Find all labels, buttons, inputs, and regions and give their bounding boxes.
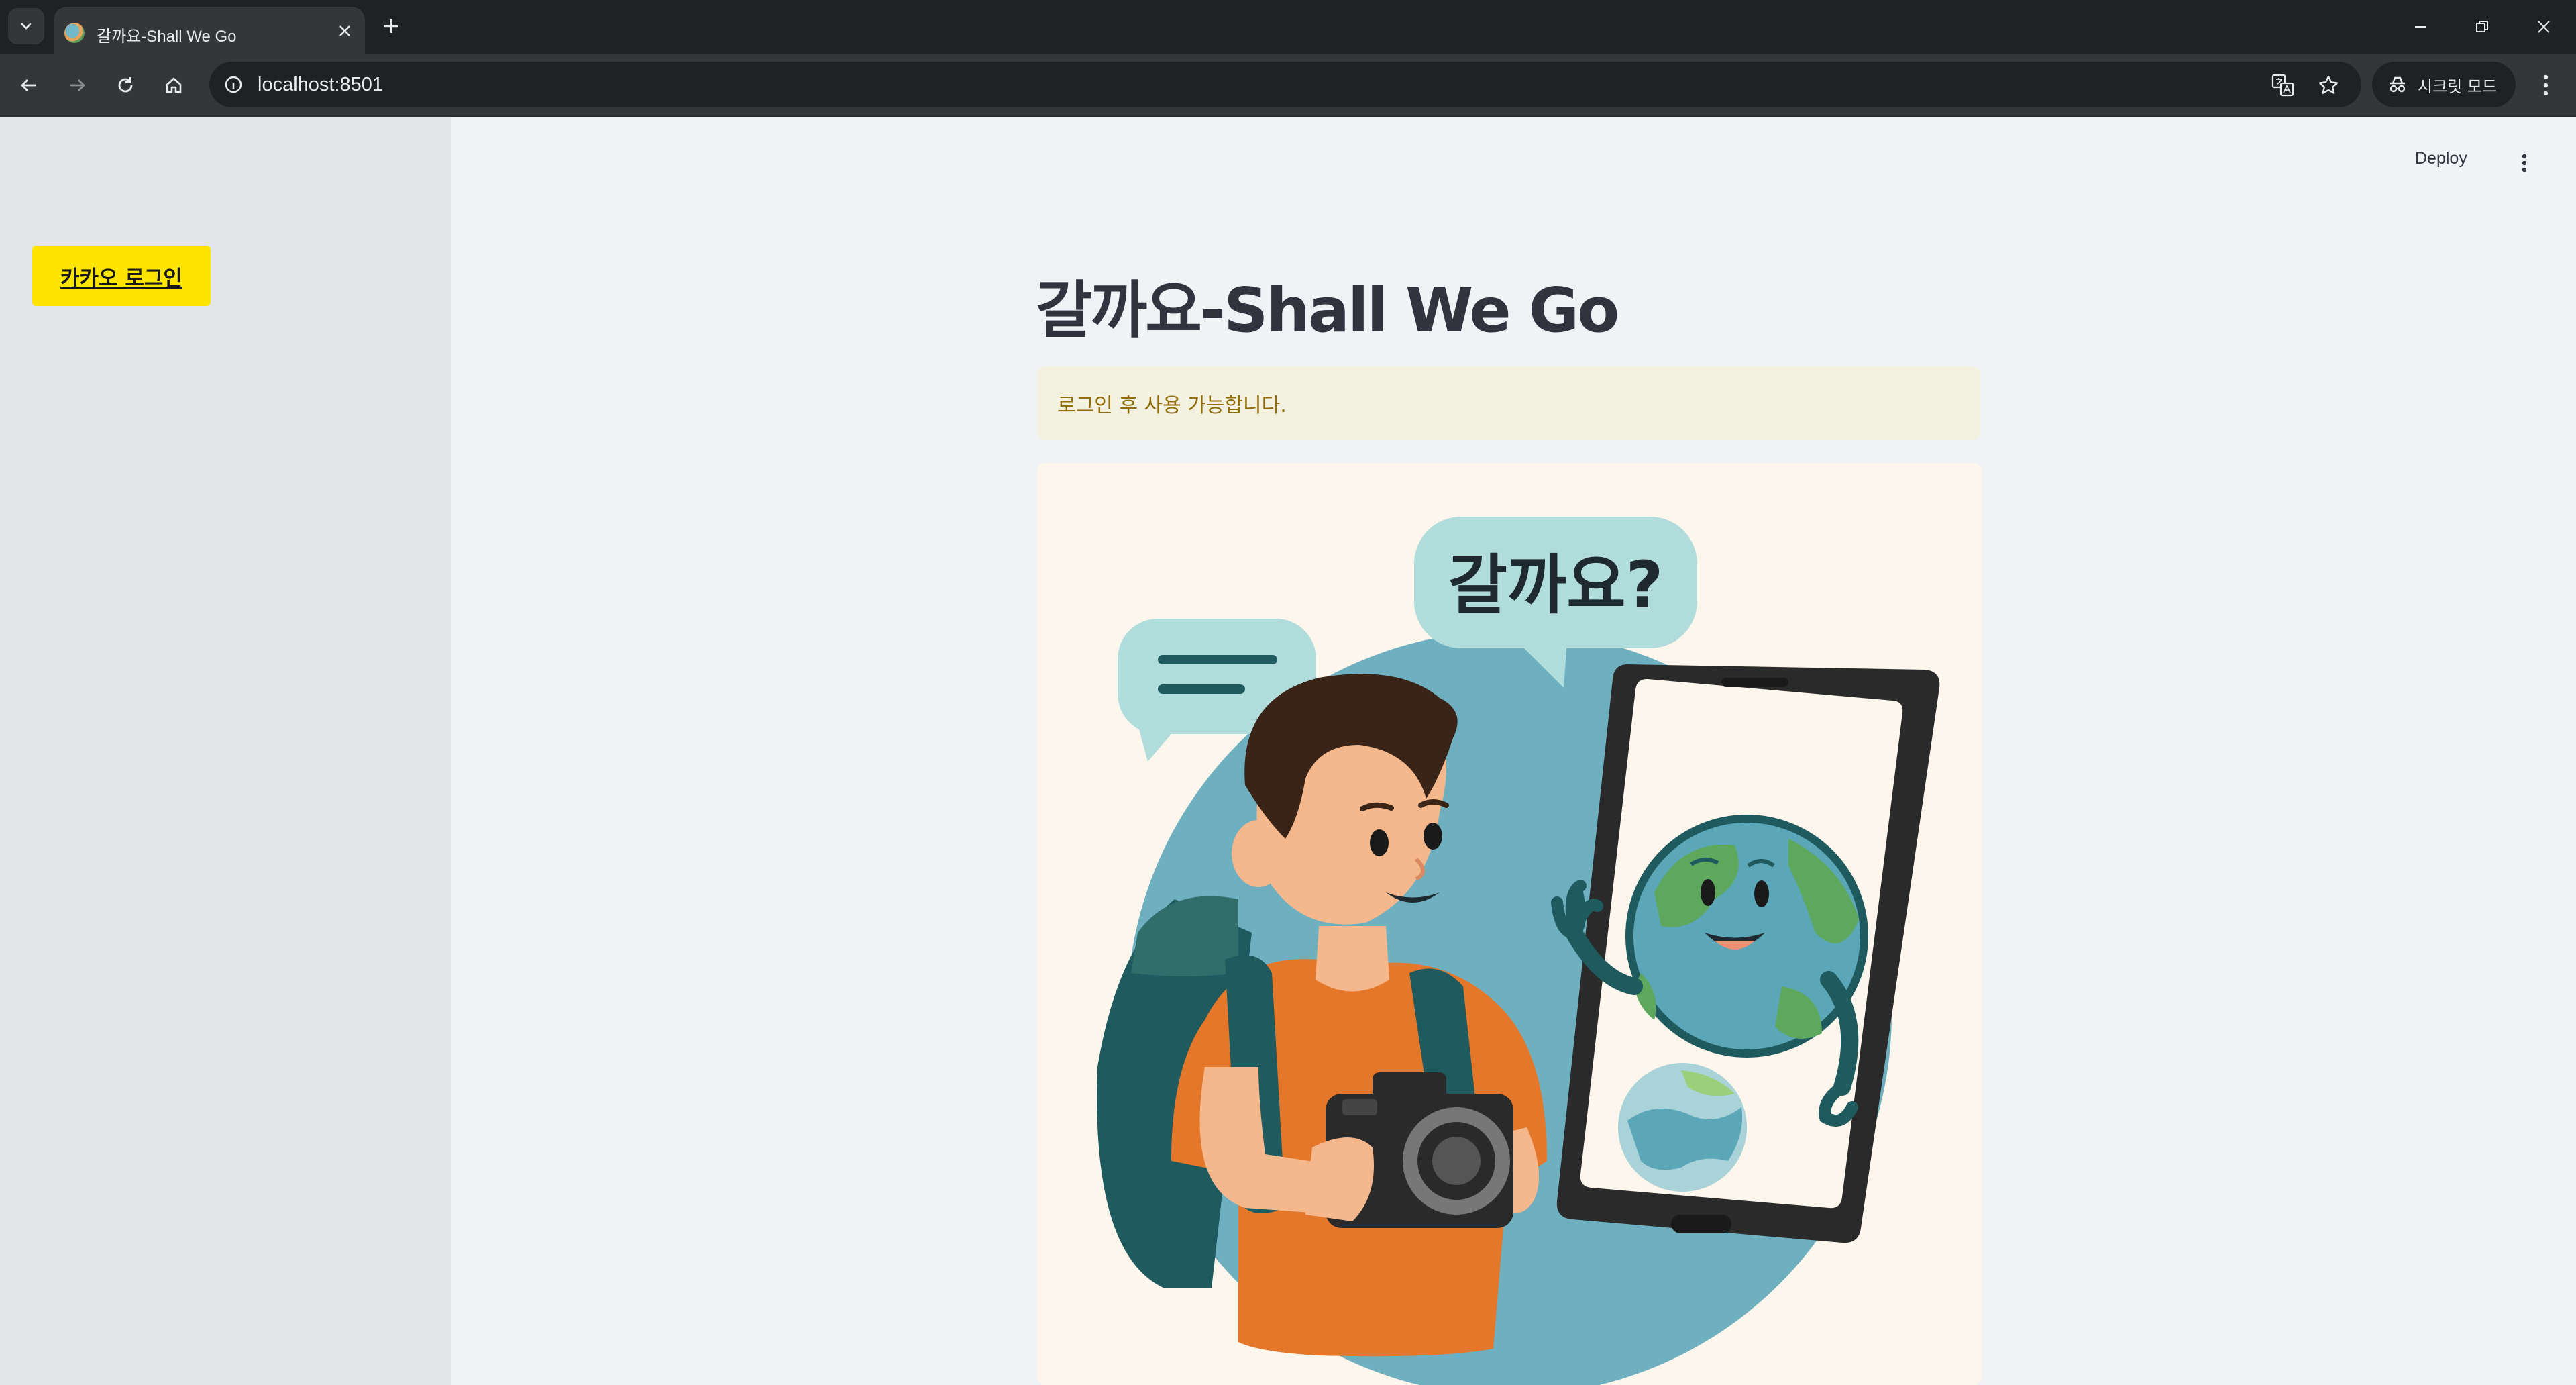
more-vertical-icon [2543,74,2548,96]
tab-title: 갈까요-Shall We Go [97,28,237,46]
reload-icon [118,77,133,93]
new-tab-button[interactable] [377,12,405,40]
site-info-icon[interactable] [220,71,247,98]
kakao-login-button[interactable]: 카카오 로그인 [32,246,211,306]
reload-button[interactable] [107,67,144,103]
browser-tab-active[interactable]: 갈까요-Shall We Go [54,7,365,54]
phone-illustration [1551,664,1940,1243]
translate-icon[interactable] [2267,70,2298,101]
tab-list-button[interactable] [8,8,44,44]
hero-illustration: 갈까요? [1037,463,1982,1385]
browser-tabstrip: 갈까요-Shall We Go [0,0,2576,54]
page-title: 갈까요-Shall We Go [1036,274,1619,346]
tab-close-button[interactable] [333,19,357,43]
home-icon [166,77,182,93]
plus-icon [384,19,398,33]
browser-toolbar: localhost:8501 시크릿 모드 [0,54,2576,117]
url-text[interactable]: localhost:8501 [258,74,383,96]
forward-button[interactable] [59,67,95,103]
arrow-left-icon [21,79,36,91]
deploy-button[interactable]: Deploy [2415,149,2467,168]
restore-icon [2476,21,2488,32]
minimize-icon [2415,26,2426,28]
favicon-icon [64,23,85,43]
home-button[interactable] [156,67,192,103]
window-close-button[interactable] [2518,7,2569,47]
close-icon [339,25,350,36]
alert-text: 로그인 후 사용 가능합니다. [1057,394,1287,417]
browser-menu-button[interactable] [2528,67,2564,103]
close-icon [2538,21,2550,33]
chevron-down-icon [21,23,32,30]
main-menu-button[interactable] [2509,146,2540,180]
back-button[interactable] [11,67,47,103]
address-bar[interactable]: localhost:8501 [209,62,2361,107]
incognito-label: 시크릿 모드 [2418,76,2498,96]
restore-button[interactable] [2457,7,2508,47]
incognito-icon [2390,76,2406,93]
arrow-right-icon [70,79,85,91]
incognito-indicator[interactable]: 시크릿 모드 [2372,62,2516,107]
more-vertical-icon [2522,154,2527,172]
login-required-alert: 로그인 후 사용 가능합니다. [1037,366,1980,440]
sidebar: 카카오 로그인 [0,117,451,1385]
bookmark-star-icon[interactable] [2313,70,2344,101]
minimize-button[interactable] [2395,7,2446,47]
speech-bubble-text: 갈까요? [1448,548,1664,623]
